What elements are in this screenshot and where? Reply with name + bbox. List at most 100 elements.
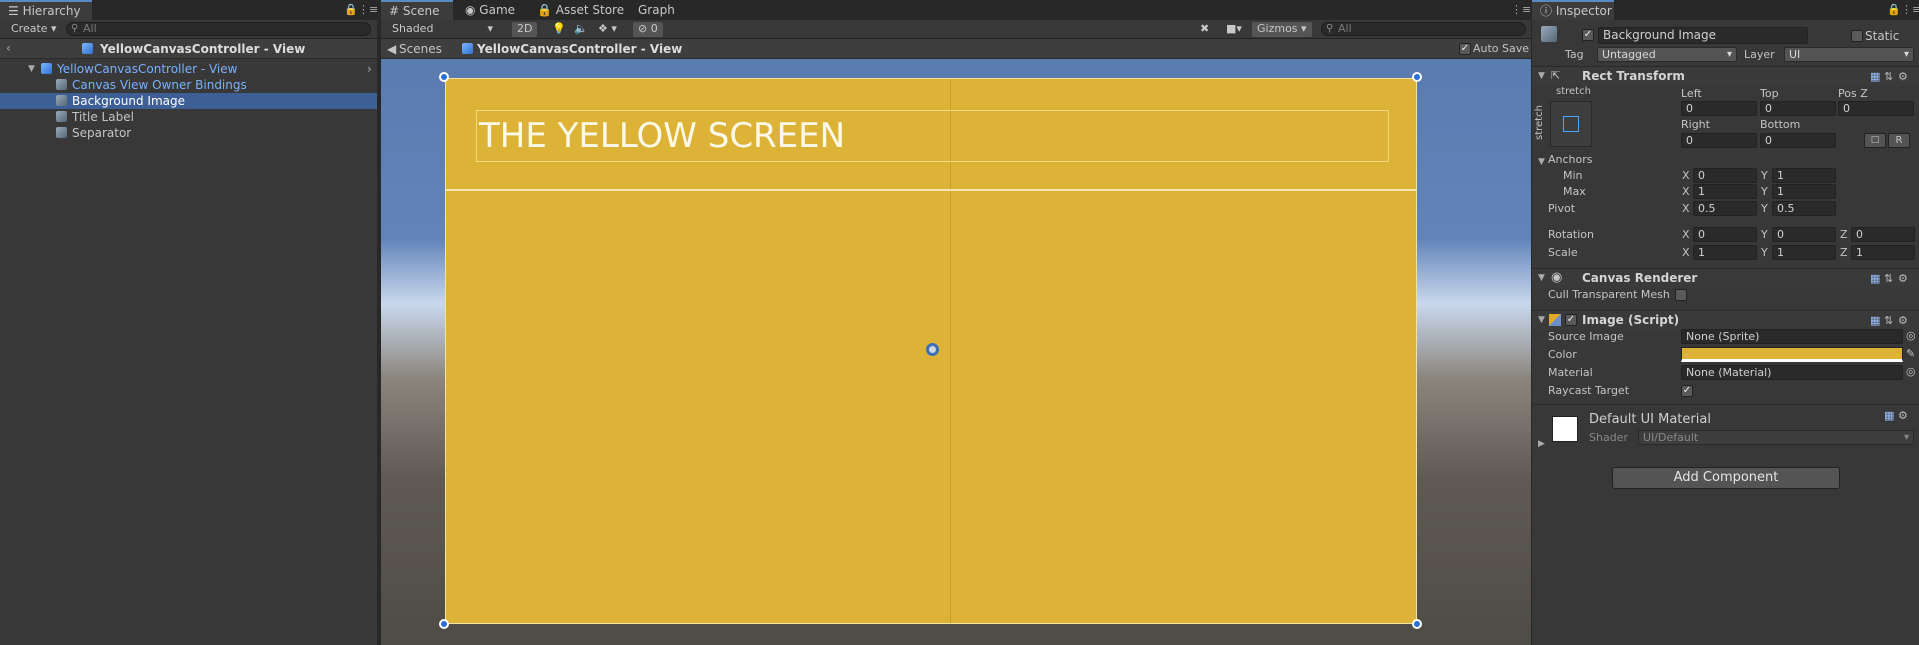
preset-icon[interactable]: ⇅ [1884, 314, 1893, 327]
layer-dropdown[interactable]: UI [1784, 47, 1914, 62]
posz-field[interactable]: 0 [1838, 101, 1914, 116]
raycast-checkbox[interactable]: ✓ [1681, 385, 1693, 397]
title-label-rect[interactable]: THE YELLOW SCREEN [476, 110, 1389, 162]
hierarchy-item-title-label[interactable]: Title Label [0, 109, 377, 125]
tab-graph[interactable]: Graph [630, 0, 683, 20]
background-image[interactable]: THE YELLOW SCREEN [445, 78, 1417, 624]
cull-checkbox[interactable] [1675, 289, 1687, 301]
bottom-field[interactable]: 0 [1760, 133, 1836, 148]
lock-icon[interactable]: 🔒 [1887, 3, 1901, 16]
object-name-field[interactable]: Background Image [1598, 27, 1808, 44]
hierarchy-item-root[interactable]: ▼ YellowCanvasController - View › [0, 61, 377, 77]
material-preview[interactable] [1552, 416, 1578, 442]
gear-icon[interactable]: ⚙ [1898, 70, 1908, 83]
breadcrumb-scenes[interactable]: Scenes [399, 42, 442, 56]
scale-z-field[interactable]: 1 [1851, 245, 1915, 260]
scale-y-field[interactable]: 1 [1772, 245, 1836, 260]
material-field[interactable]: None (Material) [1681, 365, 1903, 380]
anchor-max-y-field[interactable]: 1 [1772, 184, 1836, 199]
separator[interactable] [446, 189, 1416, 191]
canvas-renderer-header[interactable]: ▼ ◉ Canvas Renderer ▦ ⇅ ⚙ [1532, 268, 1919, 288]
panel-menu-icon[interactable]: ⋮≡ [1901, 3, 1919, 16]
anchors-fold-icon[interactable]: ▼ [1538, 157, 1545, 167]
gear-icon[interactable]: ⚙ [1898, 314, 1908, 327]
tab-hierarchy[interactable]: ☰ Hierarchy [0, 0, 92, 20]
shader-dropdown[interactable]: UI/Default [1638, 430, 1914, 445]
blueprint-mode-button[interactable]: □ [1864, 133, 1886, 148]
effects-icon[interactable]: ❖ ▾ [593, 22, 622, 37]
pivot-handle[interactable] [926, 343, 939, 356]
scene-search-input[interactable]: ⚲ All [1321, 22, 1526, 36]
hierarchy-item-background-image[interactable]: Background Image [0, 93, 377, 109]
panel-menu-icon[interactable]: ⋮≡ [358, 3, 378, 16]
hierarchy-item-bindings[interactable]: Canvas View Owner Bindings [0, 77, 377, 93]
anchor-min-x-field[interactable]: 0 [1693, 168, 1757, 183]
corner-handle-top-left[interactable] [439, 72, 449, 82]
tools-icon[interactable]: ✖ [1195, 22, 1214, 37]
color-field[interactable] [1681, 347, 1903, 362]
panel-menu-icon[interactable]: ⋮≡ [1511, 3, 1531, 16]
help-icon[interactable]: ▦ [1884, 409, 1894, 422]
create-button[interactable]: Create ▾ [6, 22, 62, 37]
hierarchy-search-input[interactable]: ⚲ All [66, 22, 371, 36]
scene-viewport[interactable]: THE YELLOW SCREEN [381, 59, 1531, 645]
mode-2d-button[interactable]: 2D [512, 22, 538, 37]
preset-icon[interactable]: ⇅ [1884, 70, 1893, 83]
eyedropper-icon[interactable]: ✎ [1906, 347, 1915, 360]
gear-icon[interactable]: ⚙ [1898, 272, 1908, 285]
expand-icon[interactable]: ▶ [1538, 439, 1545, 449]
object-picker-icon[interactable]: ◎ [1906, 329, 1916, 342]
raw-edit-button[interactable]: R [1888, 133, 1910, 148]
scene-header[interactable]: ‹ YellowCanvasController - View [0, 39, 377, 59]
help-icon[interactable]: ▦ [1870, 314, 1880, 327]
gear-icon[interactable]: ⚙ [1898, 409, 1908, 422]
left-field[interactable]: 0 [1681, 101, 1757, 116]
lighting-icon[interactable]: 💡 [547, 22, 571, 37]
tab-game[interactable]: ◉ Game [457, 0, 523, 20]
top-field[interactable]: 0 [1760, 101, 1836, 116]
audio-icon[interactable]: 🔈 [569, 22, 593, 37]
pivot-x-field[interactable]: 0.5 [1693, 201, 1757, 216]
help-icon[interactable]: ▦ [1870, 70, 1880, 83]
tab-asset-store[interactable]: 🔒 Asset Store [529, 0, 632, 20]
static-checkbox[interactable] [1851, 30, 1863, 42]
fold-icon[interactable]: ▼ [1538, 71, 1545, 81]
back-icon[interactable]: ‹ [6, 41, 11, 55]
tag-dropdown[interactable]: Untagged [1597, 47, 1737, 62]
hidden-objects-button[interactable]: ⊘ 0 [633, 22, 663, 37]
object-picker-icon[interactable]: ◎ [1906, 365, 1916, 378]
expand-icon[interactable]: ▼ [28, 61, 35, 77]
preset-icon[interactable]: ⇅ [1884, 272, 1893, 285]
corner-handle-bottom-right[interactable] [1412, 619, 1422, 629]
rotation-x-field[interactable]: 0 [1693, 227, 1757, 242]
right-field[interactable]: 0 [1681, 133, 1757, 148]
anchor-presets-button[interactable] [1550, 101, 1592, 147]
fold-icon[interactable]: ▼ [1538, 273, 1545, 283]
auto-save-checkbox[interactable]: ✓ [1459, 43, 1471, 55]
source-image-field[interactable]: None (Sprite) [1681, 329, 1903, 344]
tab-inspector[interactable]: ⓘ Inspector [1532, 0, 1614, 20]
camera-icon[interactable]: ■▾ [1221, 22, 1247, 37]
help-icon[interactable]: ▦ [1870, 272, 1880, 285]
gizmos-dropdown[interactable]: Gizmos ▾ [1252, 22, 1312, 37]
corner-handle-bottom-left[interactable] [439, 619, 449, 629]
tab-scene[interactable]: # Scene [381, 0, 453, 20]
hierarchy-item-separator[interactable]: Separator [0, 125, 377, 141]
add-component-button[interactable]: Add Component [1612, 467, 1840, 489]
anchor-max-x-field[interactable]: 1 [1693, 184, 1757, 199]
rect-transform-header[interactable]: ▼ ⇱ Rect Transform ▦ ⇅ ⚙ [1532, 66, 1919, 86]
anchor-min-y-field[interactable]: 1 [1772, 168, 1836, 183]
breadcrumb-current[interactable]: YellowCanvasController - View [477, 42, 682, 56]
active-checkbox[interactable]: ✓ [1582, 29, 1594, 41]
image-script-header[interactable]: ▼ ✓ Image (Script) ▦ ⇅ ⚙ [1532, 310, 1919, 330]
scale-x-field[interactable]: 1 [1693, 245, 1757, 260]
corner-handle-top-right[interactable] [1412, 72, 1422, 82]
shading-dropdown[interactable]: Shaded ▾ [387, 22, 495, 37]
chevron-right-icon[interactable]: › [367, 61, 372, 77]
lock-icon[interactable]: 🔒 [344, 3, 358, 16]
image-enabled-checkbox[interactable]: ✓ [1565, 314, 1577, 326]
fold-icon[interactable]: ▼ [1538, 315, 1545, 325]
rotation-y-field[interactable]: 0 [1772, 227, 1836, 242]
rotation-z-field[interactable]: 0 [1851, 227, 1915, 242]
pivot-y-field[interactable]: 0.5 [1772, 201, 1836, 216]
